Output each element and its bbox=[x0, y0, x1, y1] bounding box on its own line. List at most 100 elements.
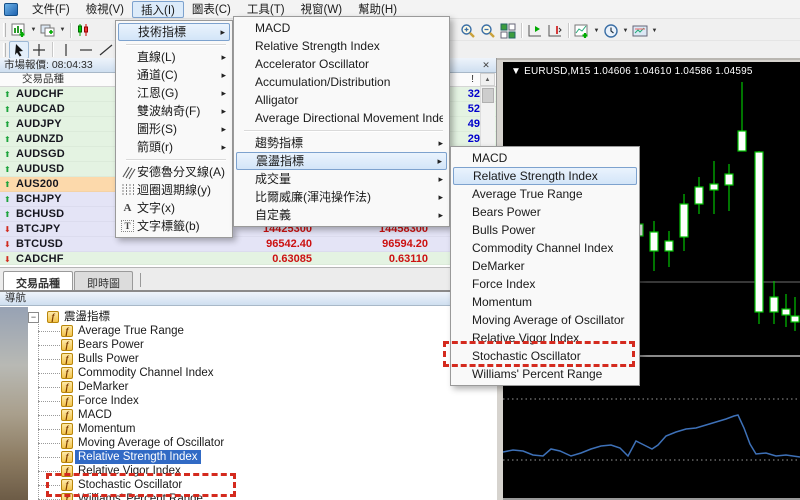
menubar-item[interactable]: 視窗(W) bbox=[293, 1, 351, 18]
zoom-in-icon[interactable] bbox=[458, 22, 478, 40]
insert-menu-item[interactable]: T文字標籤(b) bbox=[118, 217, 230, 235]
tree-item[interactable]: fCommodity Channel Index bbox=[28, 366, 497, 380]
annotation-box-oscillators-menu-stochastic bbox=[443, 341, 635, 367]
menu-item-label: MACD bbox=[472, 150, 633, 167]
tree-item[interactable]: fBulls Power bbox=[28, 352, 497, 366]
tree-connector bbox=[38, 429, 60, 430]
indicators-menu-item[interactable]: Average Directional Movement Index bbox=[236, 109, 447, 127]
tree-item[interactable]: fRelative Strength Index bbox=[28, 450, 497, 464]
oscillators-menu-item[interactable]: Force Index bbox=[453, 275, 637, 293]
tree-item[interactable]: fDeMarker bbox=[28, 380, 497, 394]
oscillators-menu-item[interactable]: Commodity Channel Index bbox=[453, 239, 637, 257]
desktop-wallpaper bbox=[0, 307, 28, 500]
new-chart-icon[interactable] bbox=[9, 21, 29, 39]
oscillators-menu-item[interactable]: Bulls Power bbox=[453, 221, 637, 239]
insert-menu-item[interactable]: 箭頭(r)▸ bbox=[118, 138, 230, 156]
dropdown-caret-icon[interactable]: ▼ bbox=[592, 22, 601, 40]
oscillators-menu-item[interactable]: Average True Range bbox=[453, 185, 637, 203]
tree-item-label: Bears Power bbox=[75, 338, 147, 352]
oscillators-menu-item[interactable]: Moving Average of Oscillator bbox=[453, 311, 637, 329]
indicators-menu-item[interactable]: MACD bbox=[236, 19, 447, 37]
chart-shift-icon[interactable] bbox=[545, 22, 565, 40]
tab-strip-divider bbox=[140, 273, 141, 287]
tree-connector bbox=[38, 471, 60, 472]
menu-icon-space bbox=[453, 222, 472, 238]
templates-icon[interactable] bbox=[630, 22, 650, 40]
profiles-icon[interactable] bbox=[38, 21, 58, 39]
dropdown-caret-icon[interactable]: ▼ bbox=[650, 22, 659, 40]
indicators-menu-item[interactable]: 比爾威廉(渾沌操作法)▸ bbox=[236, 188, 447, 206]
dropdown-caret-icon[interactable]: ▼ bbox=[29, 21, 38, 39]
cursor-icon[interactable] bbox=[9, 41, 29, 59]
toolbar-separator bbox=[70, 23, 71, 38]
oscillators-menu-item[interactable]: MACD bbox=[453, 149, 637, 167]
crosshair-icon[interactable] bbox=[29, 41, 49, 59]
tree-item[interactable]: fMACD bbox=[28, 408, 497, 422]
tile-windows-icon[interactable] bbox=[498, 22, 518, 40]
oscillators-menu-item[interactable]: Williams' Percent Range bbox=[453, 365, 637, 383]
market-watch-toggle-icon[interactable] bbox=[74, 21, 94, 39]
scroll-up-icon[interactable]: ▲ bbox=[480, 73, 495, 86]
indicators-menu-item[interactable]: Alligator bbox=[236, 91, 447, 109]
collapse-icon[interactable]: − bbox=[28, 312, 39, 323]
close-icon[interactable]: ✕ bbox=[480, 59, 492, 71]
insert-menu-item[interactable]: 江恩(G)▸ bbox=[118, 84, 230, 102]
insert-menu-item[interactable]: 迴圈週期線(y) bbox=[118, 181, 230, 199]
dropdown-caret-icon[interactable]: ▼ bbox=[621, 22, 630, 40]
tree-item[interactable]: fForce Index bbox=[28, 394, 497, 408]
oscillators-menu-item[interactable]: Bears Power bbox=[453, 203, 637, 221]
tree-root-row[interactable]: −f震盪指標 bbox=[28, 310, 497, 324]
symbol-column-header[interactable]: 交易品種 bbox=[0, 73, 64, 85]
insert-menu-item[interactable]: A文字(x) bbox=[118, 199, 230, 217]
submenu-arrow-icon: ▸ bbox=[216, 27, 225, 38]
zoom-out-icon[interactable] bbox=[478, 22, 498, 40]
bid-price: 0.63085 bbox=[230, 252, 312, 265]
market-watch-row[interactable]: ⬇BTCUSD96542.4096594.20 bbox=[0, 237, 496, 252]
insert-menu-item[interactable]: 技術指標▸ bbox=[118, 23, 230, 41]
dropdown-caret-icon[interactable]: ▼ bbox=[58, 21, 67, 39]
scrollbar-thumb[interactable] bbox=[482, 88, 494, 103]
tree-item[interactable]: fAverage True Range bbox=[28, 324, 497, 338]
insert-menu-item[interactable]: 安德魯分叉線(A) bbox=[118, 163, 230, 181]
indicators-menu-item[interactable]: 成交量▸ bbox=[236, 170, 447, 188]
menubar-item[interactable]: 工具(T) bbox=[239, 1, 293, 18]
menubar-item[interactable]: 檢視(V) bbox=[78, 1, 132, 18]
trend-line-icon[interactable] bbox=[96, 41, 116, 59]
insert-menu-item[interactable]: 圖形(S)▸ bbox=[118, 120, 230, 138]
insert-menu-item[interactable]: 雙波納奇(F)▸ bbox=[118, 102, 230, 120]
tree-item[interactable]: fBears Power bbox=[28, 338, 497, 352]
insert-menu-item[interactable]: 通道(C)▸ bbox=[118, 66, 230, 84]
indicators-menu-item[interactable]: 趨勢指標▸ bbox=[236, 134, 447, 152]
market-watch-row[interactable]: ⬇CADCHF0.630850.63110 bbox=[0, 252, 496, 265]
indicators-menu-item[interactable]: Relative Strength Index bbox=[236, 37, 447, 55]
menubar-item[interactable]: 幫助(H) bbox=[350, 1, 405, 18]
add-indicator-icon[interactable] bbox=[572, 22, 592, 40]
tab-tick-chart[interactable]: 即時圖 bbox=[74, 271, 133, 290]
toolbar-grip[interactable] bbox=[3, 23, 6, 37]
indicators-submenu: MACDRelative Strength IndexAccelerator O… bbox=[233, 16, 450, 227]
insert-menu-item[interactable]: 直線(L)▸ bbox=[118, 48, 230, 66]
indicators-menu-item[interactable]: Accumulation/Distribution bbox=[236, 73, 447, 91]
indicators-menu-item[interactable]: 自定義▸ bbox=[236, 206, 447, 224]
indicators-menu-item[interactable]: Accelerator Oscillator bbox=[236, 55, 447, 73]
tab-symbols[interactable]: 交易品種 bbox=[3, 271, 73, 290]
tree-item[interactable]: fMoving Average of Oscillator bbox=[28, 436, 497, 450]
auto-scroll-icon[interactable] bbox=[525, 22, 545, 40]
vertical-line-icon[interactable] bbox=[56, 41, 76, 59]
spread-column-header[interactable]: ! bbox=[471, 73, 474, 86]
menubar-item[interactable]: 圖表(C) bbox=[184, 1, 239, 18]
tree-item[interactable]: fMomentum bbox=[28, 422, 497, 436]
tree-connector bbox=[38, 401, 60, 402]
indicators-menu-item[interactable]: 震盪指標▸ bbox=[236, 152, 447, 170]
menubar-item[interactable]: 插入(I) bbox=[132, 1, 184, 18]
submenu-arrow-icon: ▸ bbox=[434, 138, 443, 149]
oscillators-menu-item[interactable]: Momentum bbox=[453, 293, 637, 311]
oscillators-menu-item[interactable]: DeMarker bbox=[453, 257, 637, 275]
horizontal-line-icon[interactable] bbox=[76, 41, 96, 59]
menubar-item[interactable]: 文件(F) bbox=[24, 1, 78, 18]
candle-body bbox=[791, 316, 799, 322]
oscillators-menu-item[interactable]: Relative Strength Index bbox=[453, 167, 637, 185]
toolbar-grip[interactable] bbox=[3, 43, 6, 57]
menu-item-label: 圖形(S) bbox=[137, 121, 217, 138]
periods-icon[interactable] bbox=[601, 22, 621, 40]
